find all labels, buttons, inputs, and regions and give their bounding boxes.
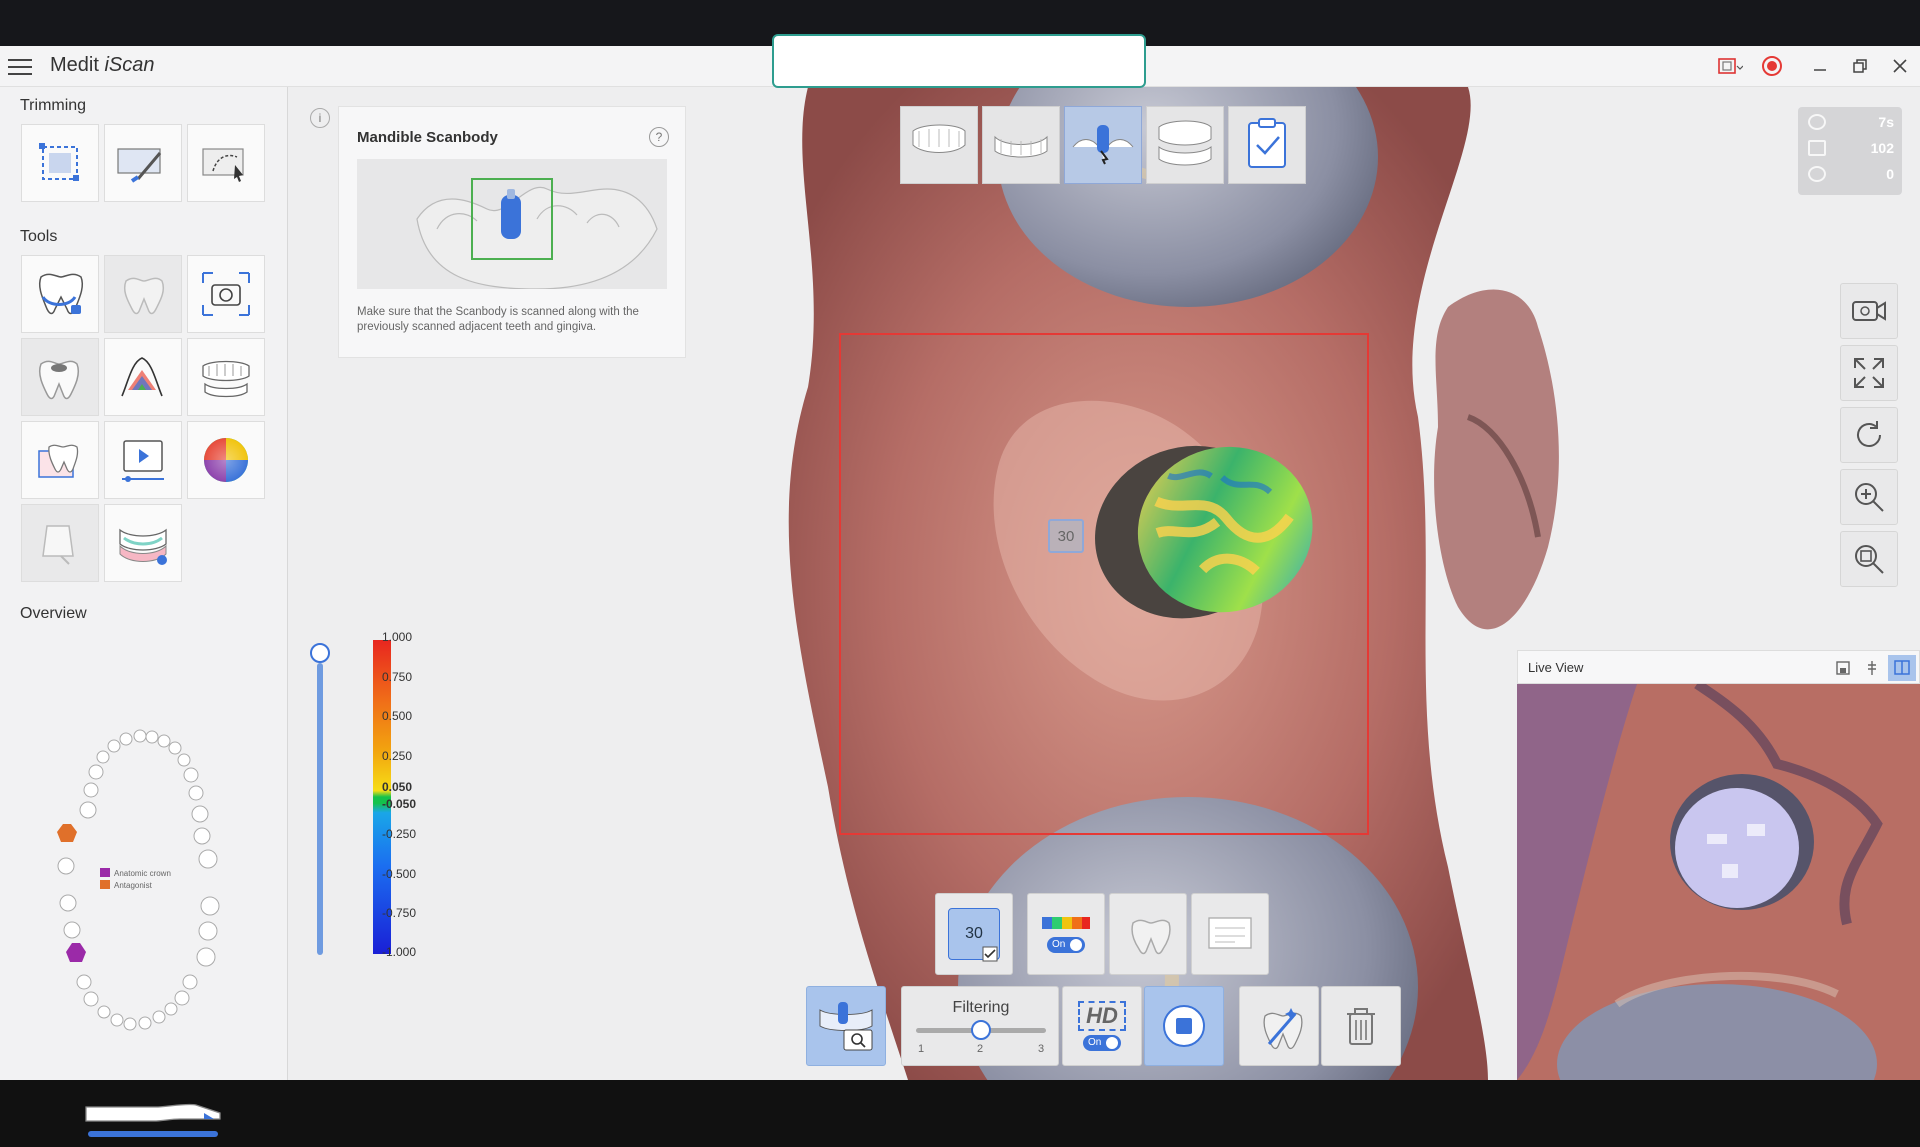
trim-rectangle-tool[interactable]: [21, 124, 99, 202]
occlusion-tool[interactable]: [21, 338, 99, 416]
close-icon[interactable]: [1886, 52, 1914, 80]
restore-icon[interactable]: [1846, 52, 1874, 80]
scale-label: 0.050: [382, 780, 413, 794]
checkbox-icon: [982, 946, 998, 962]
stage-mandible-scanbody-button[interactable]: [1064, 106, 1142, 184]
delete-button[interactable]: [1321, 986, 1401, 1066]
scan-stage-info-panel: Mandible Scanbody ? Make sure that the S…: [338, 106, 686, 358]
tooth-shade-button[interactable]: [1109, 893, 1187, 975]
left-panel: Trimming Tools Overview Anatomic crown A…: [0, 87, 288, 1137]
timer-icon: [1808, 114, 1826, 130]
scale-label: -0.750: [382, 906, 417, 920]
fit-to-screen-button[interactable]: [1840, 345, 1898, 401]
live-view-layout-icon[interactable]: [1888, 655, 1916, 681]
info-icon[interactable]: i: [310, 108, 330, 128]
help-icon[interactable]: ?: [649, 127, 669, 147]
trimming-heading: Trimming: [20, 97, 87, 114]
live-view-snapshot-icon[interactable]: [1834, 659, 1852, 677]
tooth-number-marker[interactable]: 30: [1048, 519, 1084, 553]
stage-maxilla-button[interactable]: [900, 106, 978, 184]
video-camera-button[interactable]: [1840, 283, 1898, 339]
live-view-title: Live View: [1528, 660, 1584, 675]
scan-rotations: 0: [1806, 163, 1894, 185]
color-wheel-tool[interactable]: [187, 421, 265, 499]
tooth-tool[interactable]: [104, 255, 182, 333]
tooth-chart: Anatomic crown Antagonist: [57, 729, 220, 1031]
deviation-toggle-switch: On: [1047, 937, 1085, 953]
rotation-icon: [1808, 166, 1826, 182]
live-view-panel: Live View: [1517, 650, 1920, 1080]
arch-tool[interactable]: [187, 338, 265, 416]
scale-label: -1.000: [382, 945, 417, 959]
deviation-toggle-button[interactable]: On: [1027, 893, 1105, 975]
filtering-tick: 1: [918, 1043, 925, 1055]
video-play-tool[interactable]: [104, 421, 182, 499]
scanbody-number-button[interactable]: 30: [935, 893, 1013, 975]
reset-view-button[interactable]: [1840, 407, 1898, 463]
stage-mandible-button[interactable]: [982, 106, 1060, 184]
stage-complete-button[interactable]: [1228, 106, 1306, 184]
filtering-tick: 2: [977, 1043, 984, 1055]
zoom-in-button[interactable]: [1840, 469, 1898, 525]
filtering-slider-handle[interactable]: [971, 1020, 991, 1040]
legend-antagonist: Antagonist: [114, 881, 153, 890]
hd-toggle-switch: On: [1083, 1035, 1121, 1051]
scale-slider-track[interactable]: [317, 663, 323, 955]
scan-frames: 102: [1806, 137, 1894, 159]
minimize-icon[interactable]: [1806, 52, 1834, 80]
stage-occlusion-button[interactable]: [1146, 106, 1224, 184]
scale-label: 0.500: [382, 709, 413, 723]
live-view-header: Live View: [1517, 650, 1920, 684]
settings-panel-button[interactable]: [1191, 893, 1269, 975]
scan-time: 7s: [1806, 111, 1894, 133]
stop-scan-button[interactable]: [1144, 986, 1224, 1066]
frames-icon: [1808, 140, 1826, 156]
deviation-color-icon: [1042, 917, 1090, 929]
zoom-fit-button[interactable]: [1840, 531, 1898, 587]
scan-stats-panel: 7s 102 0: [1798, 107, 1902, 195]
scanbody-illustration: [357, 159, 667, 290]
filtering-control[interactable]: Filtering 1 2 3: [901, 986, 1059, 1066]
filtering-label: Filtering: [952, 999, 1010, 1016]
hd-label: HD: [1078, 1001, 1126, 1031]
overview-heading: Overview: [20, 605, 87, 622]
menu-icon[interactable]: [8, 54, 32, 78]
scale-slider-handle[interactable]: [310, 643, 330, 663]
capture-tool[interactable]: [187, 255, 265, 333]
compare-tool[interactable]: [21, 421, 99, 499]
trim-brush-tool[interactable]: [104, 124, 182, 202]
trim-lasso-tool[interactable]: [187, 124, 265, 202]
record-icon[interactable]: [1758, 52, 1786, 80]
scale-label: -0.050: [382, 797, 417, 811]
abutment-tool[interactable]: [21, 504, 99, 582]
screen-capture-icon[interactable]: [1716, 52, 1744, 80]
denture-tool[interactable]: [104, 504, 182, 582]
message-box: [772, 34, 1146, 88]
scale-label: 0.750: [382, 670, 413, 684]
scale-label: 0.250: [382, 749, 413, 763]
scanner-icon: [85, 1103, 221, 1137]
filtering-tick: 3: [1038, 1043, 1045, 1055]
live-view-pin-icon[interactable]: [1863, 659, 1881, 677]
legend-anatomic-crown: Anatomic crown: [114, 869, 171, 878]
scan-stage-description: Make sure that the Scanbody is scanned a…: [357, 306, 639, 333]
tools-heading: Tools: [20, 228, 58, 245]
hd-toggle-button[interactable]: HD On: [1062, 986, 1142, 1066]
scan-inspect-button[interactable]: [806, 986, 886, 1066]
app-title: Medit iScan: [50, 54, 155, 76]
undercut-tool[interactable]: [104, 338, 182, 416]
scale-label: 1.000: [382, 630, 413, 644]
lock-tooth-tool[interactable]: [21, 255, 99, 333]
live-view-camera-image: [1517, 684, 1920, 1080]
scale-label: -0.250: [382, 827, 417, 841]
ai-scan-button[interactable]: [1239, 986, 1319, 1066]
scale-label: -0.500: [382, 867, 417, 881]
scan-stage-title: Mandible Scanbody: [357, 129, 498, 146]
